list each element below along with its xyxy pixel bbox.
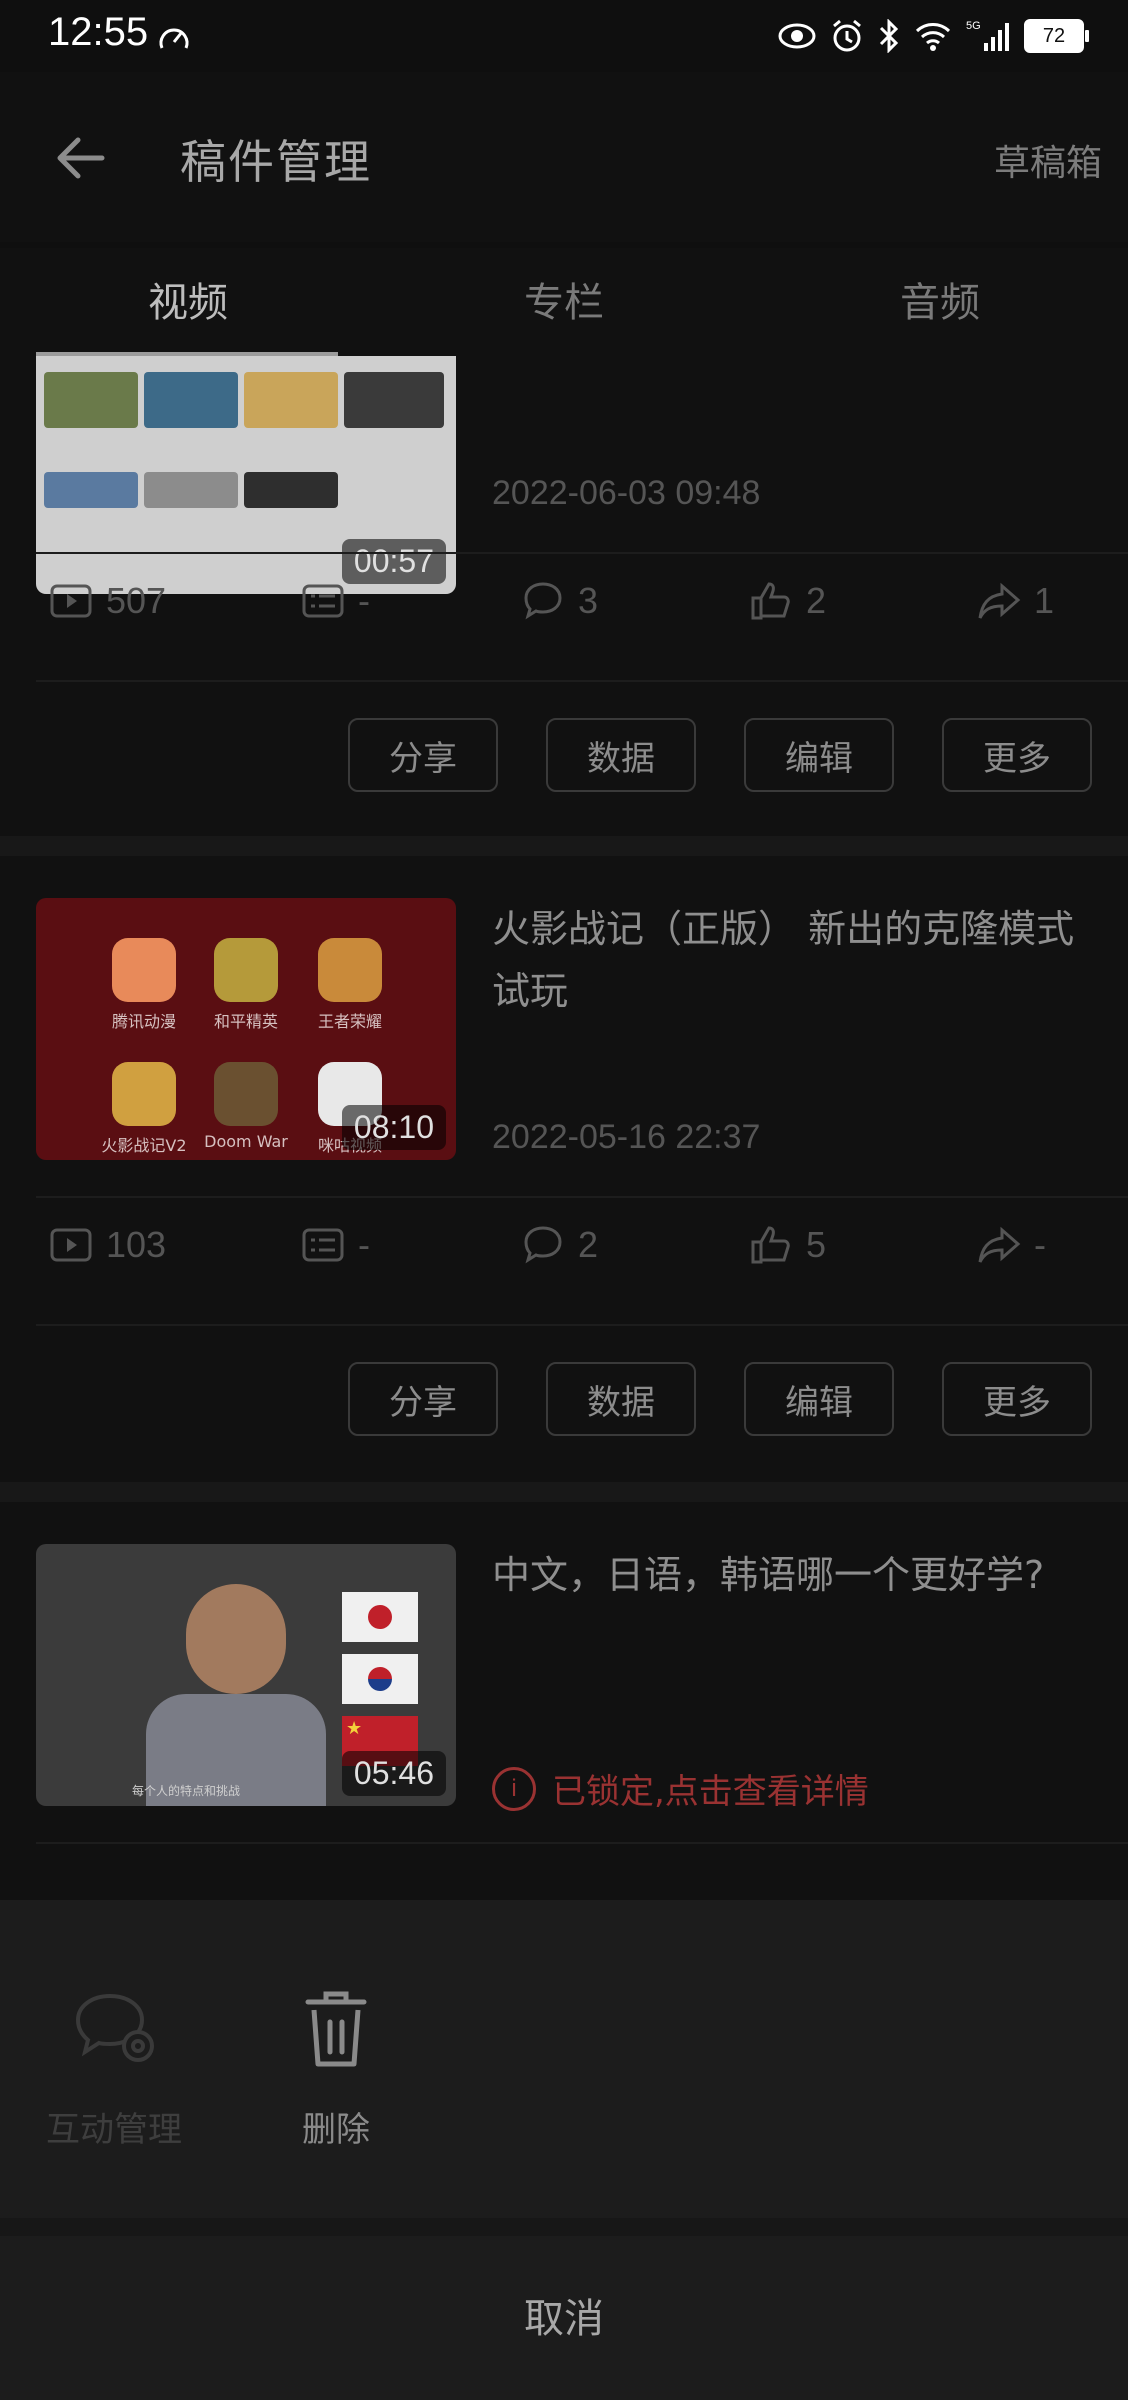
share-arrow-icon [978, 582, 1021, 619]
cancel-area: 取消 [0, 2236, 1128, 2400]
app-bar: 稿件管理 草稿箱 [0, 72, 1128, 242]
battery-indicator: 72 [1024, 19, 1089, 53]
comment-icon [524, 582, 562, 620]
action-sheet: 互动管理 删除 取消 [0, 1900, 1128, 2400]
status-icons: 5G 72 [778, 14, 1089, 58]
play-icon [50, 1228, 92, 1262]
share-button[interactable]: 分享 [348, 718, 498, 792]
video-card[interactable]: ★ 每个人的特点和挑战 05:46 中文，日语，韩语哪一个更好学? i 已锁定,… [0, 1502, 1128, 1900]
eye-icon [778, 23, 816, 49]
chat-settings-icon [75, 1993, 154, 2062]
drafts-button[interactable]: 草稿箱 [994, 134, 1102, 186]
video-actions: 分享 数据 编辑 更多 [0, 718, 1128, 794]
back-arrow-icon[interactable] [52, 130, 108, 186]
page-title: 稿件管理 [180, 135, 372, 189]
video-stats: 103 - 2 5 - [0, 1222, 1128, 1302]
danmaku-icon [302, 1228, 344, 1262]
share-count: 1 [976, 578, 1054, 624]
video-date: 2022-05-16 22:37 [492, 1118, 761, 1156]
data-button[interactable]: 数据 [546, 718, 696, 792]
korea-flag [342, 1654, 418, 1704]
comment-icon [524, 1226, 562, 1264]
tab-column[interactable]: 专栏 [376, 270, 752, 328]
more-button[interactable]: 更多 [942, 1362, 1092, 1436]
interaction-manage-label: 互动管理 [46, 2110, 182, 2150]
thumbnail-caption: 每个人的特点和挑战 [131, 1784, 240, 1798]
video-thumbnail[interactable]: 00:57 [36, 356, 456, 594]
wifi-icon [915, 23, 951, 51]
edit-button[interactable]: 编辑 [744, 1362, 894, 1436]
cancel-button[interactable]: 取消 [0, 2286, 1128, 2344]
delete-label: 删除 [302, 2110, 370, 2150]
video-title[interactable]: 中文，日语，韩语哪一个更好学? [492, 1544, 1092, 1606]
divider [36, 1196, 1128, 1198]
like-count: 2 [748, 578, 826, 624]
danmaku-icon [302, 584, 344, 618]
manuscript-list: 00:57 2022-06-03 09:48 507 - 3 2 1 分享 数据… [0, 356, 1128, 1900]
divider [36, 680, 1128, 682]
play-count: 507 [48, 578, 166, 624]
data-button[interactable]: 数据 [546, 1362, 696, 1436]
more-button[interactable]: 更多 [942, 718, 1092, 792]
delete-option[interactable]: 删除 [236, 1980, 436, 2151]
speed-icon [159, 28, 189, 49]
thumbs-up-icon [751, 1226, 790, 1264]
card-separator [0, 1482, 1128, 1502]
locked-notice[interactable]: i 已锁定,点击查看详情 [492, 1764, 869, 1813]
action-sheet-options: 互动管理 删除 [0, 1900, 1128, 2218]
share-arrow-icon [978, 1226, 1021, 1263]
video-date: 2022-06-03 09:48 [492, 474, 761, 512]
video-card[interactable]: 00:57 2022-06-03 09:48 507 - 3 2 1 分享 数据… [0, 356, 1128, 836]
video-card[interactable]: 腾讯动漫 和平精英 王者荣耀 火影战记V2 Doom War 咪咕视频 08:1… [0, 856, 1128, 1482]
japan-flag [342, 1592, 418, 1642]
video-actions: 分享 数据 编辑 更多 [0, 1362, 1128, 1438]
divider [36, 1324, 1128, 1326]
divider [36, 1842, 1128, 1844]
tab-audio[interactable]: 音频 [752, 270, 1128, 328]
comment-count: 2 [520, 1222, 598, 1268]
video-thumbnail[interactable]: 腾讯动漫 和平精英 王者荣耀 火影战记V2 Doom War 咪咕视频 08:1… [36, 898, 456, 1160]
video-stats: 507 - 3 2 1 [0, 578, 1128, 658]
sheet-separator [0, 2218, 1128, 2236]
5g-signal-icon: 5G [966, 20, 1009, 51]
alarm-icon [833, 19, 861, 52]
status-time: 12:55 [48, 10, 149, 54]
video-thumbnail[interactable]: ★ 每个人的特点和挑战 05:46 [36, 1544, 456, 1806]
trash-icon [305, 1991, 367, 2067]
share-button[interactable]: 分享 [348, 1362, 498, 1436]
tab-video[interactable]: 视频 [0, 270, 376, 328]
divider [36, 552, 1128, 554]
thumbs-up-icon [751, 582, 790, 620]
comment-count: 3 [520, 578, 598, 624]
share-count: - [976, 1222, 1046, 1268]
edit-button[interactable]: 编辑 [744, 718, 894, 792]
info-icon: i [492, 1766, 536, 1811]
svg-text:5G: 5G [966, 20, 981, 32]
video-duration: 08:10 [341, 1105, 446, 1150]
status-bar: 12:55 5G 72 [0, 0, 1128, 72]
danmaku-count: - [300, 578, 370, 624]
play-count: 103 [48, 1222, 166, 1268]
video-duration: 05:46 [341, 1751, 446, 1796]
bluetooth-icon [879, 19, 899, 53]
content-tabs: 视频 专栏 音频 [0, 248, 1128, 358]
card-separator [0, 836, 1128, 856]
play-icon [50, 584, 92, 618]
danmaku-count: - [300, 1222, 370, 1268]
like-count: 5 [748, 1222, 826, 1268]
interaction-manage-option[interactable]: 互动管理 [14, 1980, 214, 2151]
video-title[interactable]: 火影战记（正版） 新出的克隆模式 试玩 [492, 898, 1092, 1022]
